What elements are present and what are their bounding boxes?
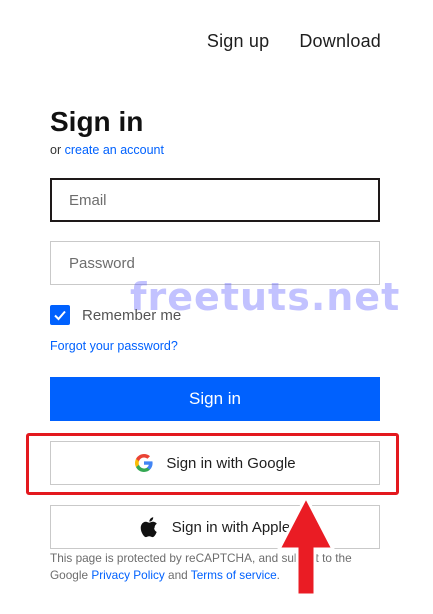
create-account-link[interactable]: create an account — [65, 143, 164, 157]
privacy-policy-link[interactable]: Privacy Policy — [91, 568, 164, 582]
highlight-box — [26, 433, 399, 495]
remember-me: Remember me — [50, 305, 181, 325]
forgot-password-link[interactable]: Forgot your password? — [50, 339, 178, 353]
terms-of-service-link[interactable]: Terms of service — [191, 568, 277, 582]
subtitle: or create an account — [50, 143, 164, 157]
page-title: Sign in — [50, 106, 144, 137]
apple-button-label: Sign in with Apple — [171, 518, 291, 536]
apple-logo-icon — [140, 517, 157, 538]
download-link[interactable]: Download — [299, 31, 381, 52]
legal-text: This page is protected by reCAPTCHA, and… — [50, 550, 390, 584]
checkmark-icon — [54, 310, 66, 321]
signup-link[interactable]: Sign up — [207, 31, 269, 52]
red-arrow-icon — [276, 495, 336, 597]
signin-button[interactable]: Sign in — [50, 377, 380, 421]
remember-label: Remember me — [82, 306, 182, 324]
subtitle-prefix: or — [50, 143, 62, 157]
legal-and: and — [168, 568, 188, 582]
email-field[interactable] — [50, 178, 380, 222]
top-nav: Sign up Download — [207, 31, 381, 52]
remember-checkbox[interactable] — [50, 305, 70, 325]
